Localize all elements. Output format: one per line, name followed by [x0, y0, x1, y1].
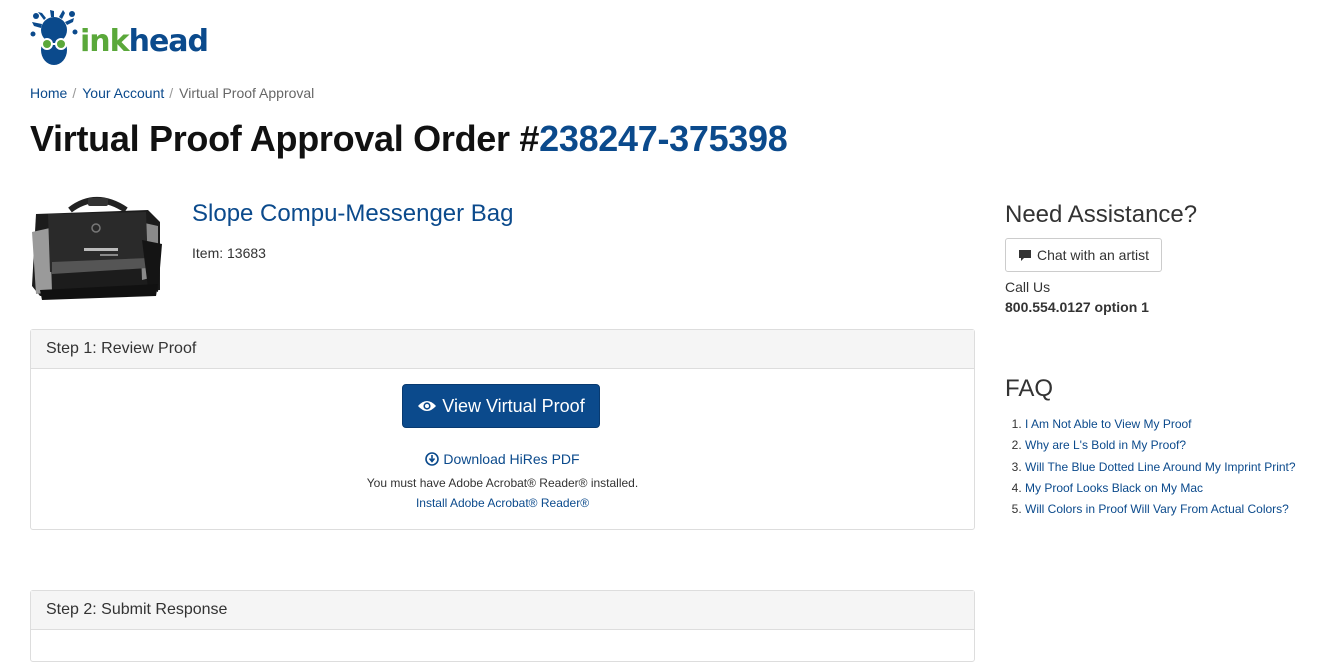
step2-panel: Step 2: Submit Response — [30, 590, 975, 662]
logo-wordmark-head: head — [128, 23, 209, 59]
acrobat-note: You must have Adobe Acrobat® Reader® ins… — [366, 476, 639, 490]
breadcrumb-your-account[interactable]: Your Account — [82, 85, 164, 101]
faq-link-black-on-mac[interactable]: My Proof Looks Black on My Mac — [1025, 481, 1203, 495]
faq-item: Will Colors in Proof Will Vary From Actu… — [1025, 499, 1339, 520]
faq-item: I Am Not Able to View My Proof — [1025, 414, 1339, 435]
page-title: Virtual Proof Approval Order #238247-375… — [30, 118, 788, 160]
faq-title: FAQ — [1005, 375, 1054, 402]
view-virtual-proof-label: View Virtual Proof — [442, 395, 585, 416]
product-name[interactable]: Slope Compu-Messenger Bag — [192, 200, 514, 228]
call-us-number: 800.554.0127 option 1 — [1005, 299, 1149, 315]
need-assistance-title: Need Assistance? — [1005, 201, 1198, 228]
breadcrumb-current: Virtual Proof Approval — [179, 85, 315, 101]
logo-wordmark-ink: ink — [80, 23, 130, 59]
faq-list: I Am Not Able to View My Proof Why are L… — [1005, 414, 1339, 520]
chat-with-artist-button[interactable]: Chat with an artist — [1005, 238, 1162, 272]
download-hires-pdf-link[interactable]: Download HiRes PDF — [31, 451, 974, 467]
messenger-bag-image — [32, 197, 162, 300]
eye-icon — [418, 401, 437, 411]
order-number: 238247-375398 — [539, 118, 788, 159]
step1-panel: Step 1: Review Proof View Virtual Proof … — [30, 329, 975, 530]
logo-wordmark: inkhead — [80, 23, 209, 59]
faq-link-dotted-line[interactable]: Will The Blue Dotted Line Around My Impr… — [1025, 460, 1296, 474]
inkhead-logo[interactable]: inkhead — [30, 10, 209, 70]
download-circle-icon — [425, 452, 440, 466]
product-image — [30, 192, 164, 302]
breadcrumb-separator: / — [72, 85, 77, 101]
breadcrumb: Home / Your Account / Virtual Proof Appr… — [30, 85, 314, 101]
inkhead-logo-icon — [30, 10, 78, 65]
step2-heading: Step 2: Submit Response — [31, 591, 974, 630]
faq-link-bold-ls[interactable]: Why are L's Bold in My Proof? — [1025, 438, 1186, 452]
call-us-label: Call Us — [1005, 279, 1051, 295]
faq-link-view-proof[interactable]: I Am Not Able to View My Proof — [1025, 417, 1192, 431]
view-virtual-proof-button[interactable]: View Virtual Proof — [402, 384, 600, 428]
faq-item: Why are L's Bold in My Proof? — [1025, 435, 1339, 456]
breadcrumb-separator: / — [169, 85, 174, 101]
page-title-prefix: Virtual Proof Approval Order # — [30, 118, 540, 159]
faq-item: My Proof Looks Black on My Mac — [1025, 478, 1339, 499]
breadcrumb-home[interactable]: Home — [30, 85, 67, 101]
product-item-number: Item: 13683 — [192, 245, 266, 261]
install-acrobat-link[interactable]: Install Adobe Acrobat® Reader® — [31, 496, 974, 510]
chat-with-artist-label: Chat with an artist — [1036, 247, 1150, 263]
step1-heading: Step 1: Review Proof — [31, 330, 974, 369]
comment-icon — [1018, 249, 1031, 261]
faq-link-colors-vary[interactable]: Will Colors in Proof Will Vary From Actu… — [1025, 502, 1289, 516]
faq-item: Will The Blue Dotted Line Around My Impr… — [1025, 457, 1339, 478]
download-hires-pdf-label: Download HiRes PDF — [443, 451, 580, 467]
